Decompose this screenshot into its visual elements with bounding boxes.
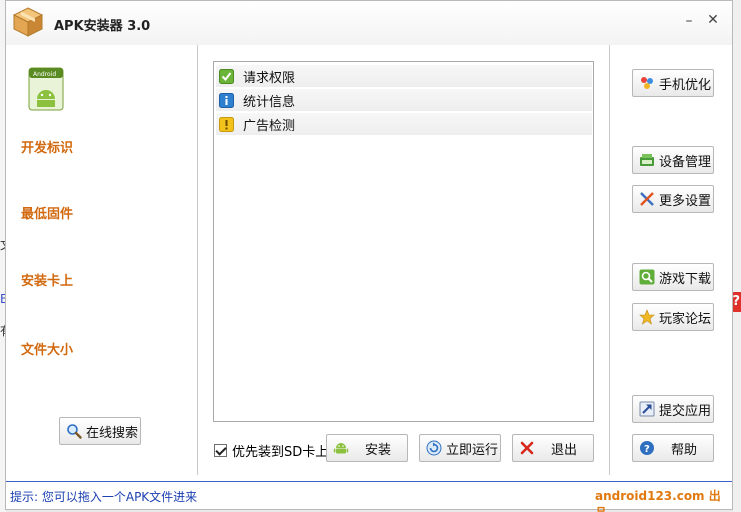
android-robot-icon xyxy=(333,443,349,454)
svg-text:Android: Android xyxy=(33,71,56,78)
list-item-label: 广告检测 xyxy=(243,118,296,134)
refresh-run-icon xyxy=(426,440,442,456)
player-forum-button[interactable]: 玩家论坛 xyxy=(632,303,714,331)
prefer-sd-label: 优先装到SD卡上 xyxy=(232,445,329,460)
prefer-sd-option[interactable]: 优先装到SD卡上 xyxy=(214,441,328,460)
background-desktop-right xyxy=(733,0,741,512)
red-x-icon xyxy=(520,441,534,455)
left-divider xyxy=(197,45,198,475)
window-title: APK安装器 3.0 xyxy=(54,19,151,34)
info-blue-icon xyxy=(219,92,234,108)
developer-label: 开发标识 xyxy=(21,141,74,156)
warning-yellow-icon xyxy=(219,116,234,132)
player-forum-label: 玩家论坛 xyxy=(659,311,712,327)
title-bar[interactable]: APK安装器 3.0 – ✕ xyxy=(6,1,732,45)
device-manage-button[interactable]: 设备管理 xyxy=(632,146,714,174)
help-question-icon: ? xyxy=(640,441,654,455)
tools-cross-icon xyxy=(640,192,654,206)
install-label: 安装 xyxy=(365,442,392,458)
phone-optimize-button[interactable]: 手机优化 xyxy=(632,69,714,97)
prefer-sd-checkbox[interactable] xyxy=(214,444,227,457)
install-card-label: 安装卡上 xyxy=(21,274,74,289)
list-item-ad-detection[interactable]: 广告检测 xyxy=(216,113,592,135)
check-green-icon xyxy=(219,68,234,84)
list-item-label: 统计信息 xyxy=(243,94,296,110)
phone-optimize-label: 手机优化 xyxy=(659,77,712,93)
submit-arrow-icon xyxy=(639,401,655,417)
package-box-icon xyxy=(12,7,44,37)
right-divider xyxy=(609,45,610,475)
more-settings-button[interactable]: 更多设置 xyxy=(632,185,714,213)
search-green-icon xyxy=(639,269,655,285)
svg-text:?: ? xyxy=(644,444,650,455)
help-button[interactable]: ? 帮助 xyxy=(632,434,714,462)
list-item-statistics[interactable]: 统计信息 xyxy=(216,89,592,111)
online-search-button[interactable]: 在线搜索 xyxy=(59,417,141,445)
run-now-label: 立即运行 xyxy=(446,442,499,458)
apk-installer-window: APK安装器 3.0 – ✕ Android 开发标识 最低固件 安装卡上 文件… xyxy=(5,0,733,512)
app-info-panel: Android 开发标识 最低固件 安装卡上 文件大小 xyxy=(6,45,194,479)
min-firmware-label: 最低固件 xyxy=(21,207,74,222)
check-results-list[interactable]: 请求权限 统计信息 广告检测 xyxy=(213,61,594,422)
install-button[interactable]: 安装 xyxy=(326,434,408,462)
submit-app-label: 提交应用 xyxy=(659,403,712,419)
exit-button[interactable]: 退出 xyxy=(512,434,594,462)
status-hint: 提示: 您可以拖入一个APK文件进来 xyxy=(10,490,198,504)
more-settings-label: 更多设置 xyxy=(659,193,712,209)
android-apk-icon: Android xyxy=(28,67,64,111)
optimize-tools-icon xyxy=(641,77,653,89)
game-download-label: 游戏下载 xyxy=(659,271,712,287)
list-item-permissions[interactable]: 请求权限 xyxy=(216,65,592,87)
star-icon xyxy=(639,309,655,325)
status-bar: 提示: 您可以拖入一个APK文件进来 android123.com 出品 xyxy=(6,481,732,512)
brand-domain[interactable]: android123.com xyxy=(595,489,705,503)
device-manage-icon xyxy=(640,154,654,166)
magnifier-icon xyxy=(67,424,82,439)
minimize-button[interactable]: – xyxy=(680,12,698,30)
exit-label: 退出 xyxy=(551,442,578,458)
submit-app-button[interactable]: 提交应用 xyxy=(632,395,714,423)
help-label: 帮助 xyxy=(671,442,698,458)
online-search-label: 在线搜索 xyxy=(86,425,139,441)
device-manage-label: 设备管理 xyxy=(659,154,712,170)
close-button[interactable]: ✕ xyxy=(704,11,722,29)
run-now-button[interactable]: 立即运行 xyxy=(419,434,501,462)
list-item-label: 请求权限 xyxy=(243,70,296,86)
brand-credit: android123.com 出品 xyxy=(595,487,732,512)
game-download-button[interactable]: 游戏下载 xyxy=(632,263,714,291)
file-size-label: 文件大小 xyxy=(21,343,74,358)
